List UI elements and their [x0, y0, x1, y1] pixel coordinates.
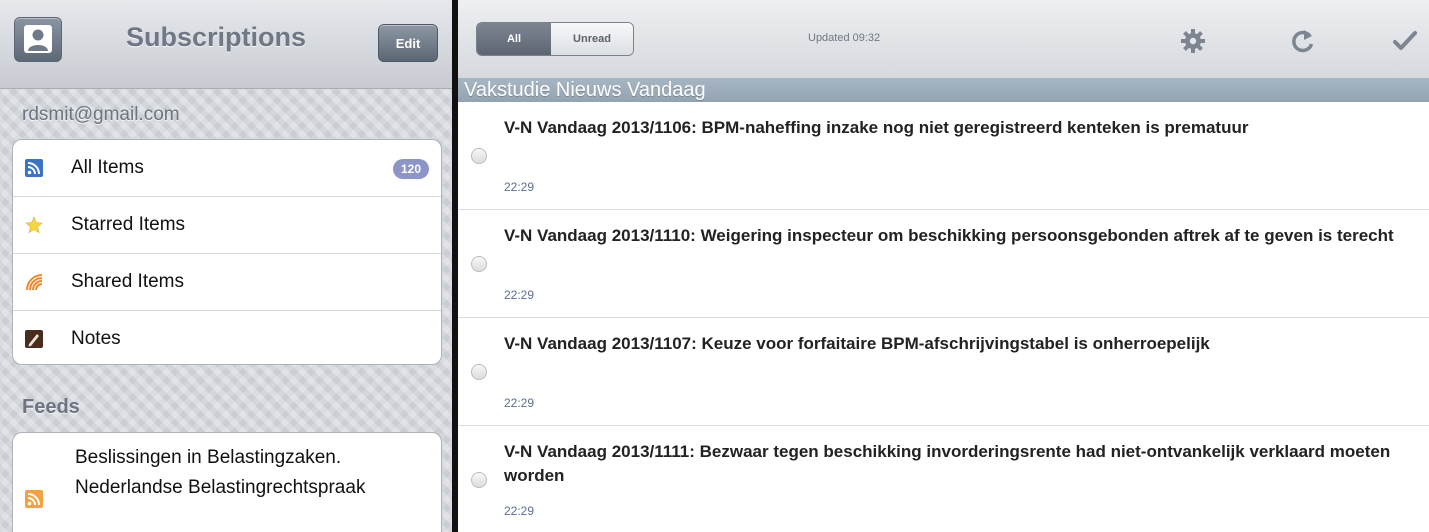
filter-segmented-control: All Unread: [476, 22, 634, 56]
sidebar-item-notes[interactable]: Notes: [13, 311, 441, 364]
article-row[interactable]: V-N Vandaag 2013/1106: BPM-naheffing inz…: [458, 102, 1429, 210]
unread-indicator-icon[interactable]: [471, 472, 487, 488]
unread-indicator-icon[interactable]: [471, 256, 487, 272]
article-time: 22:29: [504, 504, 535, 518]
user-icon: [24, 25, 52, 53]
article-time: 22:29: [504, 180, 535, 194]
article-time: 22:29: [504, 396, 535, 410]
sidebar-item-all-items[interactable]: All Items 120: [13, 140, 441, 197]
filter-unread-button[interactable]: Unread: [551, 23, 633, 55]
shared-icon: [26, 274, 43, 291]
sidebar-item-starred-items[interactable]: Starred Items: [13, 197, 441, 254]
article-time: 22:29: [504, 288, 535, 302]
feed-item[interactable]: Beslissingen in Belastingzaken. Nederlan…: [13, 433, 441, 532]
unread-indicator-icon[interactable]: [471, 364, 487, 380]
filter-all-button[interactable]: All: [477, 23, 551, 55]
edit-button[interactable]: Edit: [378, 24, 438, 62]
gear-icon[interactable]: [1180, 28, 1206, 54]
article-title: V-N Vandaag 2013/1110: Weigering inspect…: [504, 226, 1394, 245]
sidebar-item-label: Shared Items: [71, 271, 184, 292]
feeds-list: Beslissingen in Belastingzaken. Nederlan…: [12, 432, 442, 532]
articles-pane: All Unread Updated 09:32 Vakstudie Nieuw…: [458, 0, 1429, 532]
mark-all-read-icon[interactable]: [1392, 30, 1418, 52]
subscriptions-pane: Subscriptions Edit rdsmit@gmail.com All …: [0, 0, 452, 532]
article-row[interactable]: V-N Vandaag 2013/1111: Bezwaar tegen bes…: [458, 426, 1429, 532]
feed-section-header: Vakstudie Nieuws Vandaag: [458, 78, 1429, 102]
sidebar-item-label: All Items: [71, 157, 144, 178]
article-title: V-N Vandaag 2013/1107: Keuze voor forfai…: [504, 334, 1210, 353]
notes-icon: [25, 330, 43, 348]
sidebar-item-shared-items[interactable]: Shared Items: [13, 254, 441, 311]
article-row[interactable]: V-N Vandaag 2013/1107: Keuze voor forfai…: [458, 318, 1429, 426]
unread-indicator-icon[interactable]: [471, 148, 487, 164]
article-title: V-N Vandaag 2013/1111: Bezwaar tegen bes…: [504, 442, 1391, 485]
updated-status: Updated 09:32: [808, 32, 881, 44]
refresh-icon[interactable]: [1290, 28, 1316, 54]
rss-icon: [25, 490, 43, 508]
sidebar-item-label: Notes: [71, 328, 121, 349]
article-list: V-N Vandaag 2013/1106: BPM-naheffing inz…: [458, 102, 1429, 532]
unread-count-badge: 120: [393, 159, 429, 179]
subscriptions-title: Subscriptions: [125, 22, 307, 52]
subscriptions-toolbar: Subscriptions Edit: [0, 0, 452, 89]
sidebar-item-label: Starred Items: [71, 214, 186, 235]
article-row[interactable]: V-N Vandaag 2013/1110: Weigering inspect…: [458, 210, 1429, 318]
feed-item-label: Beslissingen in Belastingzaken. Nederlan…: [75, 447, 366, 498]
account-email: rdsmit@gmail.com: [22, 104, 180, 125]
article-title: V-N Vandaag 2013/1106: BPM-naheffing inz…: [504, 118, 1249, 137]
feeds-header: Feeds: [22, 396, 80, 418]
rss-icon: [25, 159, 43, 177]
star-icon: [25, 216, 43, 234]
articles-toolbar: All Unread Updated 09:32: [458, 0, 1429, 79]
account-button[interactable]: [14, 17, 62, 62]
subscription-list: All Items 120 Starred Items Shared Items: [12, 139, 442, 365]
